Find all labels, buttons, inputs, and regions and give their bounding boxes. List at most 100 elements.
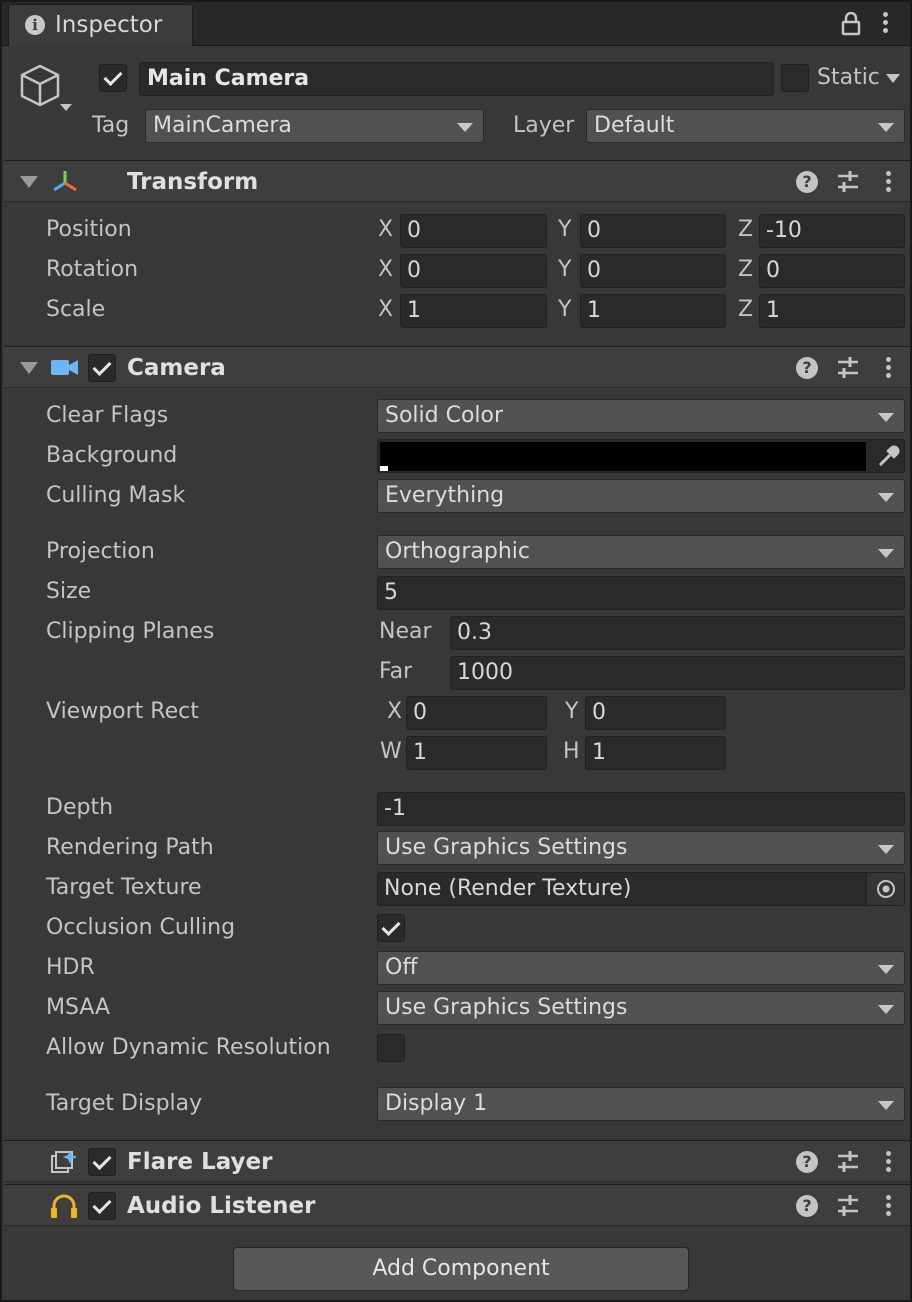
static-label[interactable]: Static: [817, 65, 880, 90]
audio-listener-enabled-checkbox[interactable]: [88, 1192, 116, 1220]
transform-header[interactable]: Transform ?: [4, 160, 910, 202]
scale-z-field[interactable]: 1: [759, 294, 905, 328]
projection-value: Orthographic: [385, 539, 530, 564]
layer-dropdown[interactable]: Default: [586, 109, 905, 143]
viewport-h-field[interactable]: 1: [585, 736, 726, 770]
object-picker-button[interactable]: [866, 873, 904, 905]
presets-icon[interactable]: [836, 1195, 860, 1217]
tab-menu-icon[interactable]: [882, 12, 890, 36]
presets-icon[interactable]: [836, 357, 860, 379]
viewport-h-label[interactable]: H: [563, 739, 580, 764]
presets-icon[interactable]: [836, 1151, 860, 1173]
size-label: Size: [46, 579, 92, 604]
size-field[interactable]: 5: [377, 576, 905, 610]
component-menu-icon[interactable]: [885, 1151, 893, 1175]
camera-enabled-checkbox[interactable]: [88, 354, 116, 382]
target-texture-field[interactable]: None (Render Texture): [377, 872, 905, 906]
projection-dropdown[interactable]: Orthographic: [377, 535, 905, 569]
viewport-y-label[interactable]: Y: [565, 699, 578, 724]
gameobject-cube-icon[interactable]: [18, 62, 76, 120]
component-menu-icon[interactable]: [885, 171, 893, 195]
static-dropdown-arrow-icon[interactable]: [886, 74, 900, 83]
tag-label: Tag: [92, 113, 130, 138]
allow-dynamic-resolution-checkbox[interactable]: [377, 1034, 405, 1062]
culling-mask-value: Everything: [385, 483, 505, 508]
allow-dynamic-resolution-label: Allow Dynamic Resolution: [46, 1035, 331, 1060]
position-y-field[interactable]: 0: [580, 214, 726, 248]
target-texture-value: None (Render Texture): [384, 876, 632, 901]
near-label[interactable]: Near: [379, 619, 432, 644]
background-color-field[interactable]: [377, 439, 905, 473]
rotation-x-field[interactable]: 0: [400, 254, 547, 288]
help-icon[interactable]: ?: [796, 357, 818, 379]
axis-z-label[interactable]: Z: [738, 217, 753, 242]
foldout-arrow-icon[interactable]: [20, 176, 38, 188]
viewport-x-field[interactable]: 0: [406, 696, 547, 730]
viewport-w-field[interactable]: 1: [406, 736, 547, 770]
culling-mask-dropdown[interactable]: Everything: [377, 479, 905, 513]
presets-icon[interactable]: [836, 171, 860, 193]
hdr-dropdown[interactable]: Off: [377, 951, 905, 985]
help-icon[interactable]: ?: [796, 1195, 818, 1217]
camera-header[interactable]: Camera ?: [4, 346, 910, 388]
position-z-field[interactable]: -10: [759, 214, 905, 248]
axis-z-label[interactable]: Z: [738, 257, 753, 282]
lock-icon[interactable]: [840, 12, 862, 36]
static-checkbox[interactable]: [781, 64, 809, 92]
axis-y-label[interactable]: Y: [558, 257, 571, 282]
viewport-w-label[interactable]: W: [380, 739, 402, 764]
background-label: Background: [46, 443, 178, 468]
near-field[interactable]: 0.3: [450, 616, 905, 650]
culling-mask-label: Culling Mask: [46, 483, 186, 508]
viewport-y-field[interactable]: 0: [585, 696, 726, 730]
chevron-down-icon: [878, 1101, 894, 1110]
headphones-icon: [51, 1194, 77, 1218]
far-label[interactable]: Far: [379, 659, 412, 684]
clear-flags-dropdown[interactable]: Solid Color: [377, 399, 905, 433]
target-display-dropdown[interactable]: Display 1: [377, 1087, 905, 1121]
depth-field[interactable]: -1: [377, 792, 905, 826]
add-component-button[interactable]: Add Component: [233, 1247, 689, 1291]
background-color-swatch[interactable]: [380, 442, 866, 471]
axis-y-label[interactable]: Y: [558, 217, 571, 242]
name-field[interactable]: Main Camera: [139, 62, 774, 96]
audio-listener-header[interactable]: Audio Listener ?: [4, 1184, 910, 1226]
rotation-y-field[interactable]: 0: [580, 254, 726, 288]
axis-y-label[interactable]: Y: [558, 297, 571, 322]
flare-layer-enabled-checkbox[interactable]: [88, 1148, 116, 1176]
occlusion-culling-checkbox[interactable]: [377, 914, 405, 942]
help-icon[interactable]: ?: [796, 171, 818, 193]
axis-x-label[interactable]: X: [378, 257, 393, 282]
axis-x-label[interactable]: X: [378, 217, 393, 242]
scale-y-field[interactable]: 1: [580, 294, 726, 328]
far-field[interactable]: 1000: [450, 656, 905, 690]
msaa-dropdown[interactable]: Use Graphics Settings: [377, 991, 905, 1025]
flare-layer-header[interactable]: Flare Layer ?: [4, 1140, 910, 1182]
active-checkbox[interactable]: [99, 64, 127, 92]
chevron-down-icon: [878, 845, 894, 854]
eyedropper-icon[interactable]: [876, 445, 900, 469]
chevron-down-icon: [878, 965, 894, 974]
chevron-down-icon: [457, 123, 473, 132]
rotation-z-field[interactable]: 0: [759, 254, 905, 288]
chevron-down-icon: [878, 549, 894, 558]
tab-bar: i Inspector: [2, 2, 910, 46]
viewport-rect-label: Viewport Rect: [46, 699, 199, 724]
viewport-x-label[interactable]: X: [387, 699, 402, 724]
tag-dropdown[interactable]: MainCamera: [145, 109, 484, 143]
component-menu-icon[interactable]: [885, 1195, 893, 1219]
axis-z-label[interactable]: Z: [738, 297, 753, 322]
help-icon[interactable]: ?: [796, 1151, 818, 1173]
clipping-planes-label: Clipping Planes: [46, 619, 215, 644]
object-picker-icon: [877, 880, 895, 898]
rendering-path-label: Rendering Path: [46, 835, 214, 860]
rendering-path-dropdown[interactable]: Use Graphics Settings: [377, 831, 905, 865]
position-x-field[interactable]: 0: [400, 214, 547, 248]
clear-flags-label: Clear Flags: [46, 403, 169, 428]
foldout-arrow-icon[interactable]: [20, 362, 38, 374]
scale-x-field[interactable]: 1: [400, 294, 547, 328]
tab-inspector[interactable]: i Inspector: [8, 4, 193, 46]
axis-x-label[interactable]: X: [378, 297, 393, 322]
component-menu-icon[interactable]: [885, 357, 893, 381]
msaa-label: MSAA: [46, 995, 111, 1020]
